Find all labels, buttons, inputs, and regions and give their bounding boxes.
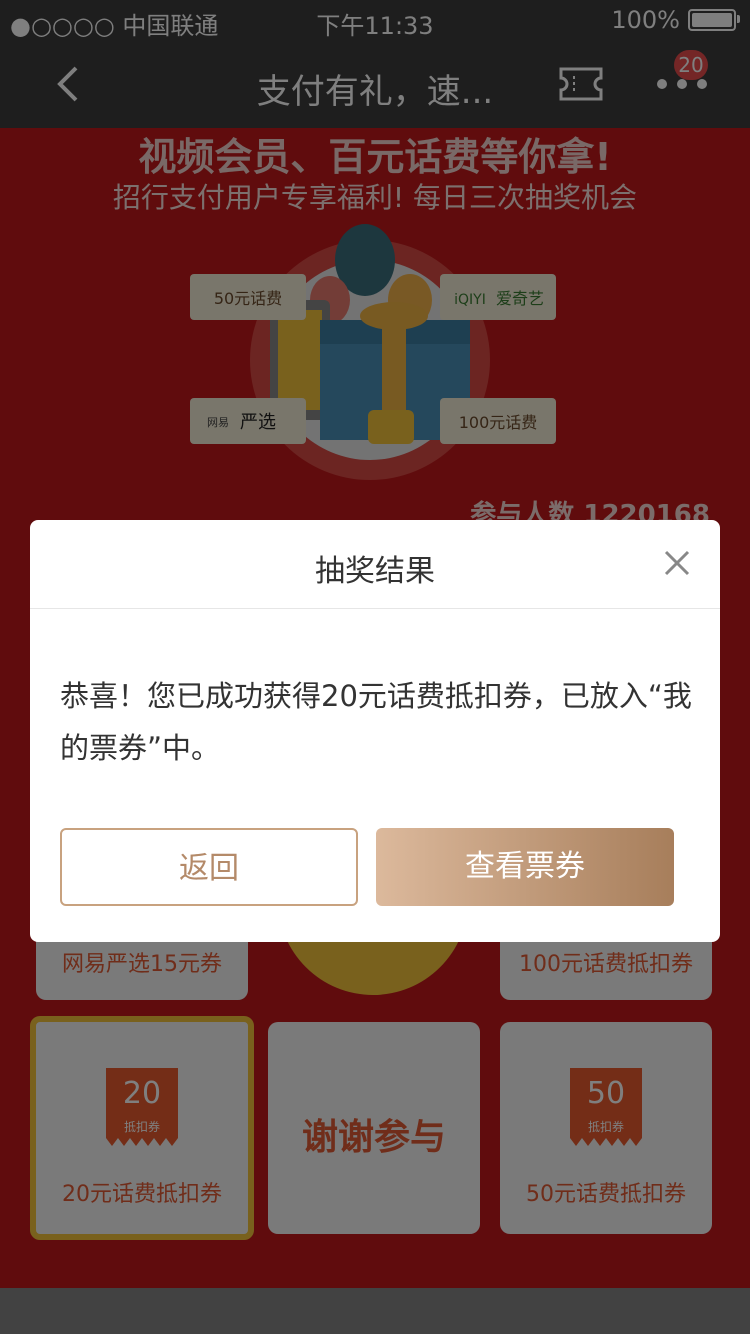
- dialog-message: 恭喜！您已成功获得20元话费抵扣券，已放入“我的票券”中。: [60, 679, 692, 765]
- back-button[interactable]: 返回: [60, 828, 358, 906]
- close-icon[interactable]: [662, 548, 692, 578]
- dialog-title: 抽奖结果: [315, 554, 435, 589]
- result-dialog: 抽奖结果 恭喜！您已成功获得20元话费抵扣券，已放入“我的票券”中。 返回 查看…: [30, 520, 720, 942]
- view-tickets-button[interactable]: 查看票券: [376, 828, 674, 906]
- dialog-divider: [30, 608, 720, 609]
